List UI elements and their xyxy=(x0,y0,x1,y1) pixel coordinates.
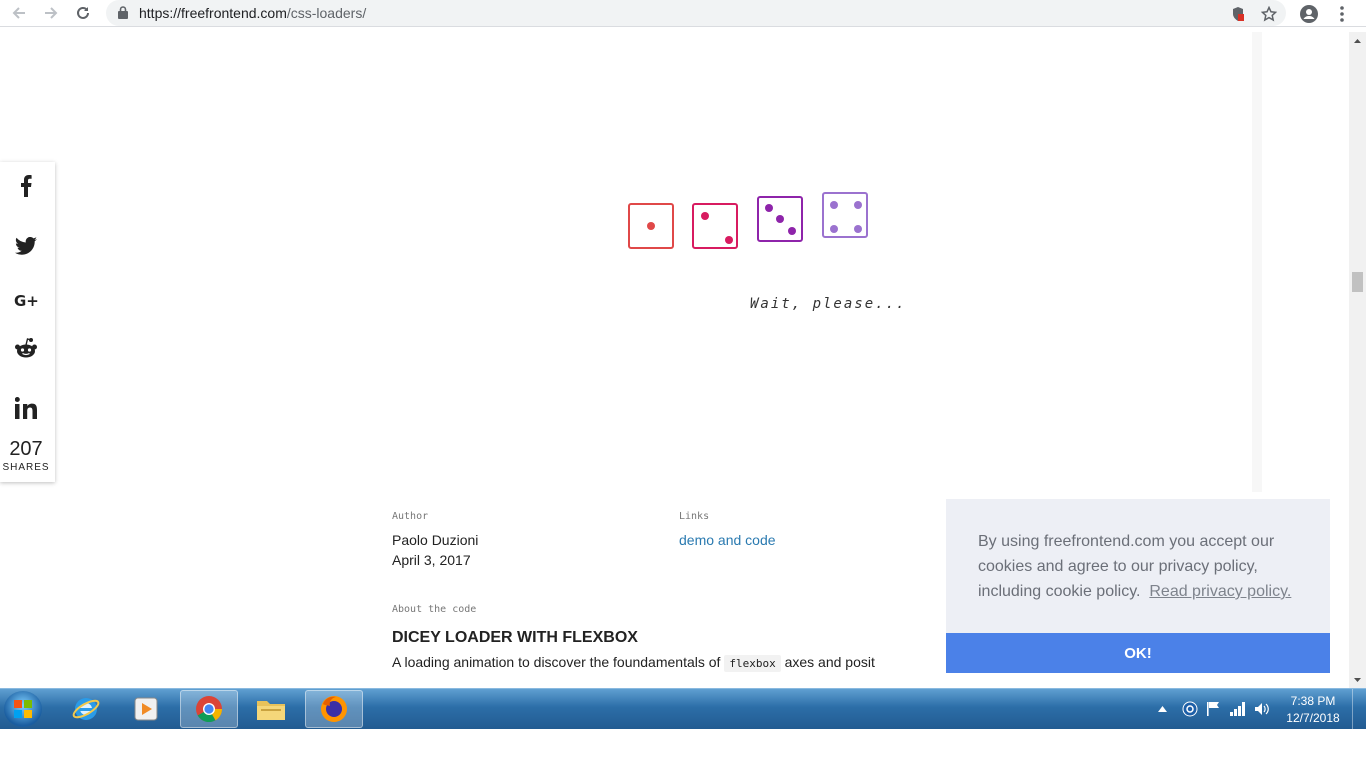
die-one xyxy=(628,203,674,249)
show-desktop-button[interactable] xyxy=(1352,689,1366,729)
demo-code-link[interactable]: demo and code xyxy=(679,532,776,548)
die-pip xyxy=(701,212,709,220)
taskbar-firefox[interactable] xyxy=(305,690,363,728)
share-facebook-button[interactable] xyxy=(0,166,52,206)
twitter-icon xyxy=(15,237,37,255)
windows-logo-icon xyxy=(14,700,32,718)
back-button[interactable] xyxy=(8,2,30,24)
share-google-plus-button[interactable]: G+ xyxy=(0,280,52,320)
share-sidebar: G+ 207 SHARES xyxy=(0,162,55,482)
caret-up-icon xyxy=(1158,706,1167,712)
media-player-icon xyxy=(134,697,158,721)
die-pip xyxy=(854,225,862,233)
taskbar-media-player[interactable] xyxy=(117,690,175,728)
die-two xyxy=(692,203,738,249)
profile-button[interactable] xyxy=(1298,3,1320,25)
arrow-left-icon xyxy=(12,7,25,19)
article-description: A loading animation to discover the foun… xyxy=(392,654,875,672)
die-pip xyxy=(776,215,784,223)
tray-network[interactable] xyxy=(1230,689,1246,729)
die-pip xyxy=(647,222,655,230)
privacy-policy-link[interactable]: Read privacy policy. xyxy=(1149,583,1291,600)
taskbar-chrome[interactable] xyxy=(180,690,238,728)
scroll-thumb[interactable] xyxy=(1352,272,1363,292)
account-icon xyxy=(1300,5,1318,23)
loader-wait-text: Wait, please... xyxy=(750,296,907,312)
flag-icon xyxy=(1207,702,1219,716)
url-text: https://freefrontend.com/css-loaders/ xyxy=(139,5,367,21)
caret-down-icon xyxy=(1354,677,1361,682)
links-label: Links xyxy=(679,511,710,522)
cookie-message: By using freefrontend.com you accept our… xyxy=(978,529,1308,604)
die-pip xyxy=(830,225,838,233)
bookmark-star-button[interactable] xyxy=(1258,3,1280,25)
chrome-icon xyxy=(196,696,223,723)
kebab-menu-icon xyxy=(1340,6,1344,22)
shield-icon xyxy=(1233,7,1244,21)
arrow-right-icon xyxy=(45,7,58,19)
die-four xyxy=(822,192,868,238)
menu-button[interactable] xyxy=(1331,3,1353,25)
speaker-icon xyxy=(1255,703,1269,715)
cookie-banner: By using freefrontend.com you accept our… xyxy=(946,499,1330,673)
die-pip xyxy=(854,201,862,209)
about-label: About the code xyxy=(392,604,477,615)
folder-icon xyxy=(257,701,285,720)
die-pip xyxy=(830,201,838,209)
vertical-scrollbar[interactable] xyxy=(1349,32,1366,688)
clock-time: 7:38 PM xyxy=(1290,694,1336,708)
share-count: 207 xyxy=(9,438,43,460)
star-icon xyxy=(1261,6,1277,22)
browser-toolbar: https://freefrontend.com/css-loaders/ xyxy=(0,0,1366,27)
tray-network-app[interactable] xyxy=(1182,689,1198,729)
windows-taskbar: 7:38 PM 12/7/2018 xyxy=(0,688,1366,729)
lock-icon xyxy=(118,6,128,19)
reload-button[interactable] xyxy=(72,2,94,24)
publish-date: April 3, 2017 xyxy=(392,552,471,568)
caret-up-icon xyxy=(1354,38,1361,43)
share-linkedin-button[interactable] xyxy=(0,388,52,428)
address-bar[interactable]: https://freefrontend.com/css-loaders/ xyxy=(106,0,1286,26)
author-name: Paolo Duzioni xyxy=(392,532,479,548)
cookie-ok-button[interactable]: OK! xyxy=(946,633,1330,673)
die-pip xyxy=(725,236,733,244)
share-reddit-button[interactable] xyxy=(0,328,52,368)
desc-text: A loading animation to discover the foun… xyxy=(392,654,721,670)
start-button[interactable] xyxy=(4,691,42,727)
screen-bottom-margin xyxy=(0,729,1366,768)
die-pip xyxy=(788,227,796,235)
desc-code: flexbox xyxy=(724,655,781,672)
at-sign-icon xyxy=(1182,701,1198,717)
author-label: Author xyxy=(392,511,429,522)
internet-explorer-icon xyxy=(72,698,100,720)
google-plus-icon: G+ xyxy=(14,293,38,307)
desc-text-end: axes and posit xyxy=(784,654,875,670)
content-edge xyxy=(1252,32,1262,492)
taskbar-internet-explorer[interactable] xyxy=(57,690,115,728)
reddit-icon xyxy=(15,338,37,358)
signal-bars-icon xyxy=(1230,702,1245,716)
share-twitter-button[interactable] xyxy=(0,226,52,266)
die-three xyxy=(757,196,803,242)
linkedin-icon xyxy=(15,397,37,419)
page-content: G+ 207 SHARES Wait, please... Author Pao… xyxy=(0,32,1349,688)
firefox-icon xyxy=(321,696,347,722)
taskbar-file-explorer[interactable] xyxy=(242,690,300,728)
facebook-icon xyxy=(21,175,32,197)
system-clock[interactable]: 7:38 PM 12/7/2018 xyxy=(1280,693,1346,727)
article-title: DICEY LOADER WITH FLEXBOX xyxy=(392,629,638,646)
reload-icon xyxy=(77,6,89,19)
clock-date: 12/7/2018 xyxy=(1286,711,1340,725)
scroll-up-button[interactable] xyxy=(1349,32,1366,49)
show-hidden-icons-button[interactable] xyxy=(1158,689,1167,729)
die-pip xyxy=(765,204,773,212)
share-label: SHARES xyxy=(2,462,50,473)
tray-action-center[interactable] xyxy=(1206,689,1220,729)
extension-shield-button[interactable] xyxy=(1227,3,1249,25)
tray-volume[interactable] xyxy=(1254,689,1270,729)
forward-button[interactable] xyxy=(40,2,62,24)
svg-text:G+: G+ xyxy=(14,293,38,307)
scroll-down-button[interactable] xyxy=(1349,671,1366,688)
